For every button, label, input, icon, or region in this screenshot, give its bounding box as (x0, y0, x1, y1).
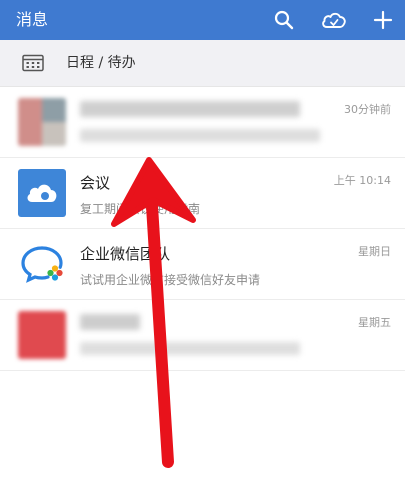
chat-preview: 试试用企业微信接受微信好友申请 (80, 273, 261, 287)
chat-item-wework-team[interactable]: 企业微信团队 试试用企业微信接受微信好友申请 星期日 (0, 229, 405, 300)
chat-name: 企业微信团队 (80, 245, 171, 263)
cloud-icon (322, 12, 346, 28)
blurred-name (80, 101, 300, 117)
blurred-name (80, 314, 140, 330)
top-bar: 消息 (0, 0, 405, 40)
chat-item-meeting[interactable]: 会议 复工期间会议使用指南 上午 10:14 (0, 158, 405, 229)
search-icon (274, 10, 294, 30)
chat-item-blurred-1[interactable]: 30分钟前 (0, 87, 405, 158)
chat-time: 上午 10:14 (333, 174, 391, 187)
search-button[interactable] (270, 6, 298, 34)
page-title: 消息 (16, 10, 49, 29)
chat-time: 30分钟前 (344, 103, 391, 116)
schedule-label: 日程 / 待办 (66, 55, 136, 71)
avatar (18, 311, 66, 359)
avatar (18, 169, 66, 217)
schedule-todo-row[interactable]: 日程 / 待办 (0, 40, 405, 87)
blurred-preview (80, 342, 300, 355)
avatar (18, 240, 66, 288)
blurred-preview (80, 129, 320, 142)
add-button[interactable] (369, 6, 397, 34)
chat-time: 星期五 (358, 316, 391, 329)
wework-logo-icon (21, 246, 63, 283)
chat-time: 星期日 (358, 245, 391, 258)
cloud-meeting-icon (27, 184, 57, 202)
chat-name: 会议 (80, 174, 111, 192)
calendar-icon (22, 54, 44, 72)
cloud-button[interactable] (320, 6, 348, 34)
avatar (18, 98, 66, 146)
chat-item-blurred-2[interactable]: 星期五 (0, 300, 405, 371)
chat-preview: 复工期间会议使用指南 (80, 202, 201, 216)
plus-icon (373, 10, 393, 30)
